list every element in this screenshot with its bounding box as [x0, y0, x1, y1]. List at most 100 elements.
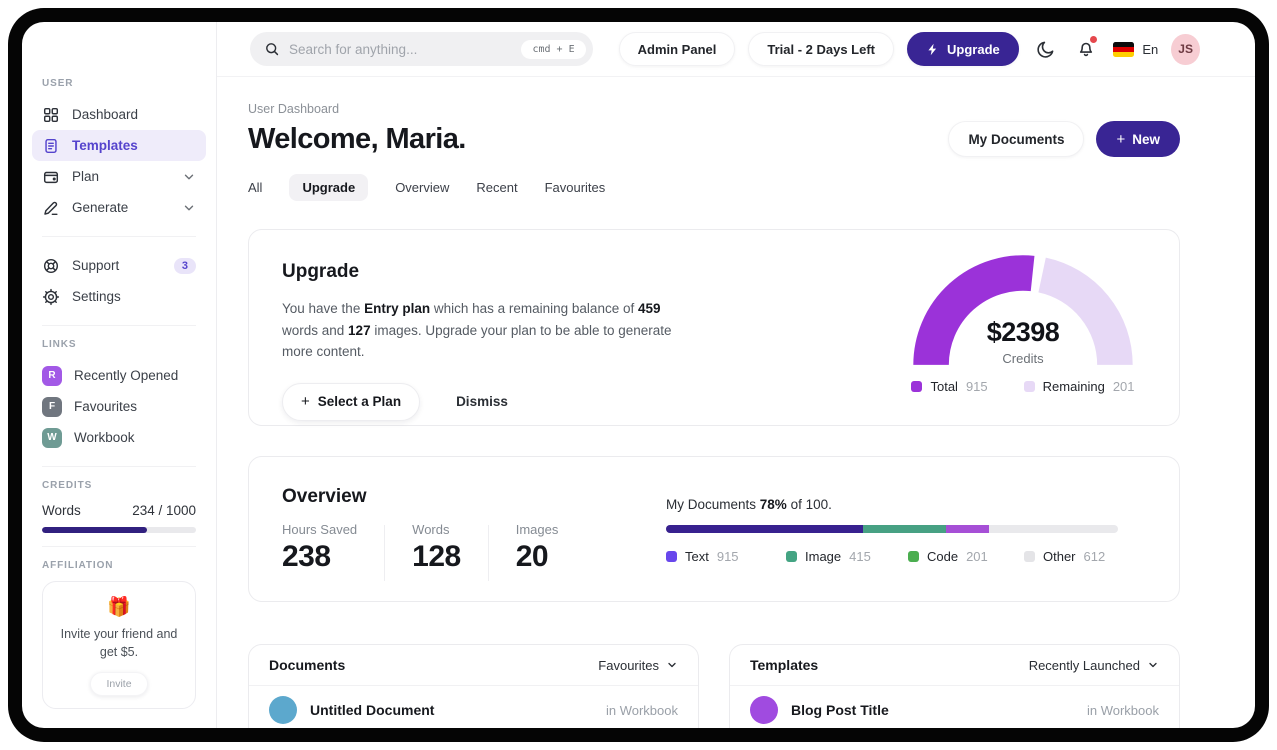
- notifications-button[interactable]: [1073, 34, 1101, 64]
- template-location: in Workbook: [1086, 702, 1159, 718]
- sidebar-item-label: Support: [72, 258, 120, 273]
- main-area: cmd + E Admin Panel Trial - 2 Days Left …: [217, 22, 1255, 728]
- document-title: Untitled Document: [310, 702, 435, 718]
- dismiss-button[interactable]: Dismiss: [456, 394, 508, 409]
- tab-all[interactable]: All: [248, 174, 262, 201]
- select-plan-label: Select a Plan: [317, 394, 402, 410]
- link-avatar: W: [42, 427, 62, 448]
- search-input[interactable]: [289, 41, 513, 57]
- grid-icon: [43, 107, 59, 122]
- search-shortcut-badge: cmd + E: [521, 39, 586, 59]
- progress-legend: Text 915 Image 415 Code 201 Other 612: [666, 549, 1118, 564]
- sidebar-section-user: USER: [42, 78, 74, 89]
- sidebar-item-label: Plan: [72, 169, 100, 184]
- sidebar-item-dashboard[interactable]: Dashboard: [32, 99, 206, 130]
- legend-item-image: Image 415: [786, 549, 908, 564]
- legend-item-text: Text 915: [666, 549, 786, 564]
- new-button-label: New: [1132, 131, 1160, 147]
- stat-words: Words 128: [412, 522, 461, 573]
- app-window: USER Dashboard Templates Plan Generate S…: [22, 22, 1255, 728]
- upgrade-card-title: Upgrade: [282, 261, 360, 282]
- sidebar-divider: [42, 325, 196, 326]
- page-title: Welcome, Maria.: [248, 122, 466, 155]
- documents-filter-dropdown[interactable]: Favourites: [598, 658, 678, 673]
- sidebar-divider: [42, 546, 196, 547]
- invite-button[interactable]: Invite: [90, 672, 148, 697]
- topbar: cmd + E Admin Panel Trial - 2 Days Left …: [217, 22, 1255, 77]
- documents-card: Documents Favourites Untitled Document i…: [248, 644, 699, 728]
- sidebar-item-plan[interactable]: Plan: [32, 161, 206, 192]
- sidebar-divider: [42, 466, 196, 467]
- sidebar-item-label: Settings: [72, 289, 121, 304]
- document-avatar: [269, 696, 297, 724]
- germany-flag-icon: [1113, 41, 1135, 57]
- sidebar-item-label: Generate: [72, 200, 129, 215]
- templates-filter-dropdown[interactable]: Recently Launched: [1029, 658, 1159, 673]
- sidebar-item-templates[interactable]: Templates: [32, 130, 206, 161]
- templates-card-title: Templates: [750, 657, 819, 673]
- document-icon: [45, 138, 57, 153]
- documents-progress-chart: My Documents 78% of 100. Text 915 Image …: [666, 497, 1118, 564]
- affiliation-text: Invite your friend and get $5.: [60, 627, 178, 660]
- sidebar-item-label: Templates: [72, 138, 138, 153]
- tab-overview[interactable]: Overview: [395, 174, 449, 201]
- tab-favourites[interactable]: Favourites: [545, 174, 606, 201]
- chevron-down-icon: [184, 174, 194, 179]
- sidebar-link-recently-opened[interactable]: R Recently Opened: [32, 360, 206, 391]
- my-documents-button[interactable]: My Documents: [948, 121, 1085, 157]
- progress-caption: My Documents 78% of 100.: [666, 497, 832, 512]
- sidebar-divider: [42, 236, 196, 237]
- select-plan-button[interactable]: + Select a Plan: [282, 382, 421, 421]
- gear-icon: [42, 288, 60, 305]
- sidebar-section-credits: CREDITS: [42, 480, 93, 491]
- filter-tabs: All Upgrade Overview Recent Favourites: [248, 174, 1180, 201]
- new-button[interactable]: + New: [1096, 121, 1180, 157]
- support-count-badge: 3: [173, 257, 196, 274]
- tab-recent[interactable]: Recent: [476, 174, 517, 201]
- language-code: En: [1142, 41, 1159, 57]
- sidebar-item-settings[interactable]: Settings: [32, 281, 206, 312]
- lifebuoy-icon: [43, 258, 59, 273]
- legend-swatch: [1023, 381, 1035, 392]
- legend-swatch: [1024, 551, 1035, 562]
- link-avatar: F: [42, 396, 62, 417]
- plus-icon: +: [301, 393, 310, 411]
- legend-swatch: [666, 551, 677, 562]
- chevron-down-icon: [184, 205, 194, 210]
- dashboard-content: User Dashboard Welcome, Maria. My Docume…: [217, 77, 1255, 728]
- sidebar-item-generate[interactable]: Generate: [32, 192, 206, 223]
- dark-mode-toggle[interactable]: [1032, 34, 1060, 64]
- sidebar-section-links: LINKS: [42, 339, 77, 350]
- bar-segment-text: [666, 525, 863, 533]
- gauge-legend: Total 915 Remaining 201: [907, 379, 1139, 394]
- admin-panel-button[interactable]: Admin Panel: [618, 32, 736, 66]
- gauge-center-value: $2398: [986, 317, 1060, 347]
- stat-divider: [487, 525, 489, 581]
- gauge-center-label: Credits: [1002, 351, 1044, 366]
- document-list-item[interactable]: Untitled Document in Workbook: [249, 686, 698, 728]
- trial-status-button[interactable]: Trial - 2 Days Left: [748, 32, 895, 66]
- search-bar[interactable]: cmd + E: [250, 32, 593, 66]
- breadcrumb: User Dashboard: [248, 102, 340, 116]
- sidebar-link-favourites[interactable]: F Favourites: [32, 391, 206, 422]
- bar-segment-image: [862, 525, 947, 533]
- user-avatar[interactable]: JS: [1171, 33, 1201, 65]
- link-avatar: R: [42, 365, 62, 386]
- sidebar-link-workbook[interactable]: W Workbook: [32, 422, 206, 453]
- legend-item-total: Total 915: [911, 379, 988, 394]
- affiliation-card: 🎁 Invite your friend and get $5. Invite: [42, 581, 196, 710]
- pencil-icon: [44, 201, 58, 215]
- sidebar-item-label: Dashboard: [72, 107, 139, 122]
- sidebar-item-support[interactable]: Support 3: [32, 250, 206, 281]
- moon-icon: [1037, 41, 1054, 58]
- sidebar-link-label: Recently Opened: [74, 368, 179, 383]
- upgrade-button-label: Upgrade: [947, 41, 1000, 57]
- upgrade-button[interactable]: Upgrade: [907, 32, 1019, 66]
- credits-progress-fill: [42, 527, 147, 533]
- tab-upgrade[interactable]: Upgrade: [289, 174, 369, 201]
- legend-swatch: [908, 551, 919, 562]
- legend-item-remaining: Remaining 201: [1023, 379, 1135, 394]
- sidebar-section-affiliation: AFFILIATION: [42, 560, 114, 571]
- language-selector[interactable]: En: [1113, 41, 1159, 57]
- template-list-item[interactable]: Blog Post Title in Workbook: [730, 686, 1179, 728]
